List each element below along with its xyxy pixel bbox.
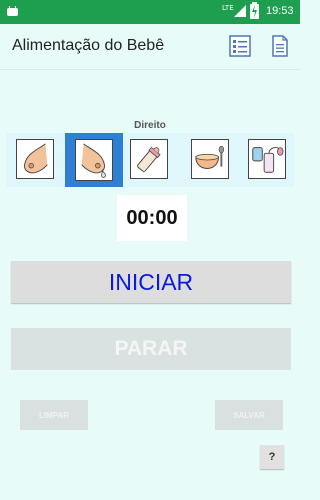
right-breast-icon (81, 143, 106, 178)
left-breast-icon (24, 143, 48, 174)
clear-button[interactable]: LIMPAR (20, 400, 88, 430)
food-bowl-icon (195, 145, 225, 169)
help-button[interactable]: ? (260, 445, 284, 469)
app-bar: Alimentação do Bebê (0, 24, 300, 70)
left-breast-button[interactable] (16, 139, 54, 179)
save-button[interactable]: SALVAR (215, 400, 283, 430)
side-label: Direito (134, 120, 166, 131)
status-time: 19:53 (266, 5, 294, 17)
right-breast-button[interactable] (65, 133, 123, 187)
battery-icon (250, 2, 259, 19)
signal-icon (234, 5, 246, 17)
app-title: Alimentação do Bebê (12, 37, 165, 54)
bottle-icon (137, 146, 161, 172)
list-icon[interactable] (229, 35, 251, 57)
bottle-button[interactable] (130, 139, 168, 179)
network-type: LTE (222, 4, 234, 12)
document-icon[interactable] (269, 35, 291, 57)
feeding-options (6, 133, 294, 187)
food-bowl-button[interactable] (191, 139, 229, 179)
timer-display: 00:00 (117, 195, 187, 241)
stop-button[interactable]: PARAR (11, 328, 291, 370)
breast-pump-icon (252, 147, 284, 173)
android-icon (7, 6, 18, 16)
status-bar: LTE 19:53 (0, 0, 300, 24)
start-button[interactable]: INICIAR (11, 261, 291, 303)
breast-pump-button[interactable] (248, 139, 286, 179)
